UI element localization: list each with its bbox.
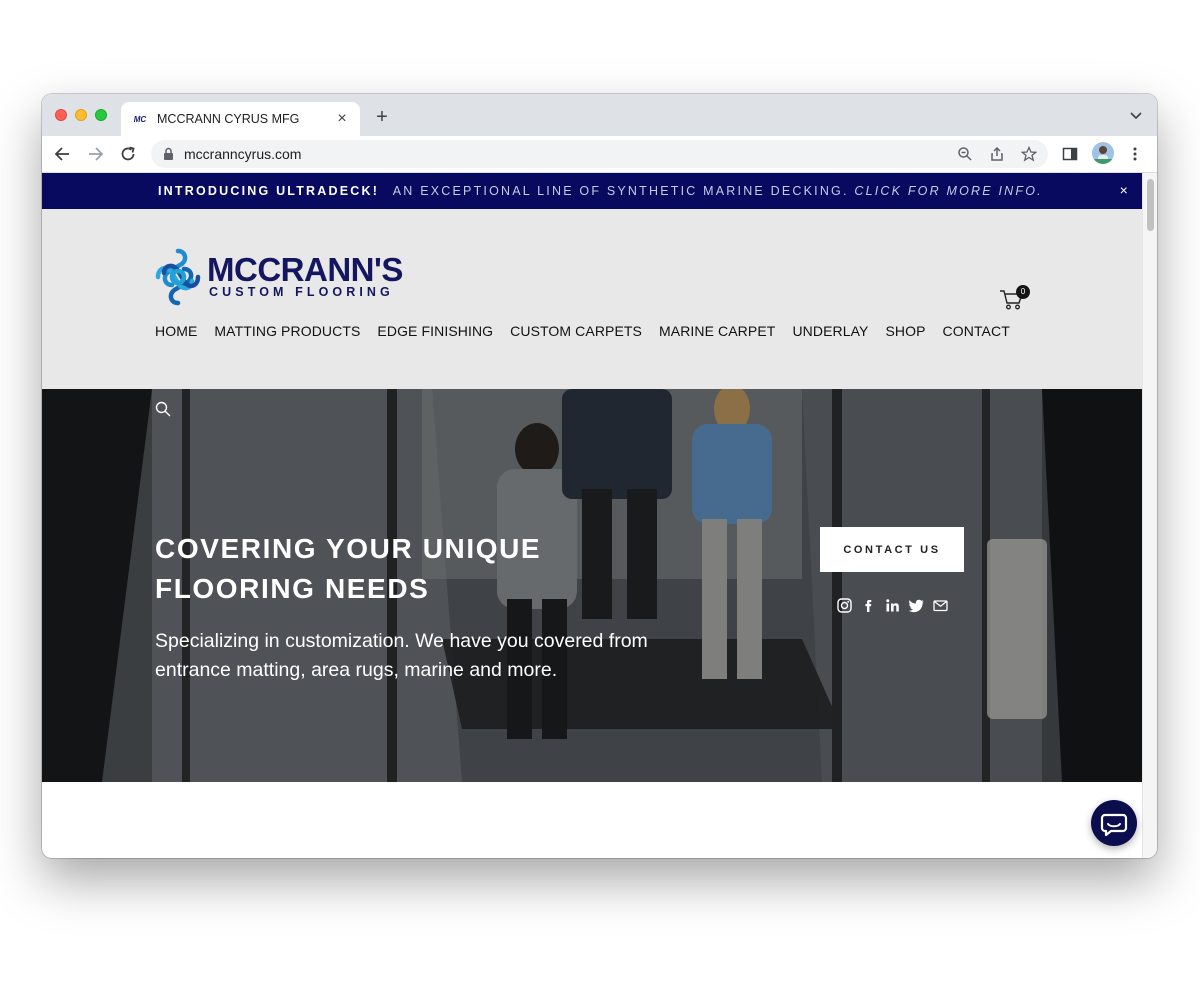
logo-wordmark[interactable]: MCCRANN'S xyxy=(207,253,403,286)
nav-item-underlay[interactable]: UNDERLAY xyxy=(792,323,868,339)
announcement-bar[interactable]: INTRODUCING ULTRADECK! AN EXCEPTIONAL LI… xyxy=(42,173,1142,209)
reload-icon[interactable] xyxy=(118,144,138,164)
new-tab-button[interactable]: + xyxy=(371,106,393,129)
more-menu-icon[interactable] xyxy=(1127,146,1143,162)
nav-item-edge-finishing[interactable]: EDGE FINISHING xyxy=(377,323,493,339)
nav-item-matting-products[interactable]: MATTING PRODUCTS xyxy=(214,323,360,339)
favicon-icon: MC xyxy=(133,114,147,124)
zoom-icon[interactable] xyxy=(957,146,973,162)
browser-toolbar: mccranncyrus.com xyxy=(42,136,1157,173)
tab-close-icon[interactable]: × xyxy=(334,110,350,128)
chat-button[interactable] xyxy=(1091,800,1137,846)
social-links xyxy=(837,598,948,613)
chat-bubble-icon xyxy=(1100,813,1128,837)
bookmark-star-icon[interactable] xyxy=(1021,146,1037,162)
announcement-text[interactable]: INTRODUCING ULTRADECK! AN EXCEPTIONAL LI… xyxy=(158,184,1043,198)
main-nav: HOME MATTING PRODUCTS EDGE FINISHING CUS… xyxy=(155,323,1027,339)
hero-subtitle: Specializing in customization. We have y… xyxy=(155,630,648,681)
instagram-icon[interactable] xyxy=(837,598,852,613)
nav-item-contact[interactable]: CONTACT xyxy=(943,323,1010,339)
search-icon[interactable] xyxy=(155,401,171,417)
announcement-link[interactable]: CLICK FOR MORE INFO. xyxy=(854,184,1042,198)
scrollbar-thumb[interactable] xyxy=(1147,179,1154,231)
celtic-knot-logo-icon[interactable] xyxy=(152,247,204,307)
nav-item-home[interactable]: HOME xyxy=(155,323,197,339)
forward-arrow-icon[interactable] xyxy=(85,144,105,164)
site-header: MCCRANN'S CUSTOM FLOORING 0 HOME MATTING… xyxy=(42,209,1142,389)
url-text: mccranncyrus.com xyxy=(184,146,302,162)
back-arrow-icon[interactable] xyxy=(53,144,73,164)
profile-avatar[interactable] xyxy=(1092,142,1114,164)
hero-title: COVERING YOUR UNIQUE FLOORING NEEDS xyxy=(155,533,542,604)
tab-title: MCCRANN CYRUS MFG xyxy=(157,112,300,126)
contact-us-button[interactable]: CONTACT US xyxy=(820,527,964,572)
linkedin-icon[interactable] xyxy=(885,598,900,613)
facebook-icon[interactable] xyxy=(861,598,876,613)
browser-tab[interactable]: MC MCCRANN CYRUS MFG × xyxy=(121,102,360,136)
logo-subtitle: CUSTOM FLOORING xyxy=(209,285,394,299)
tab-strip: MC MCCRANN CYRUS MFG × + xyxy=(42,94,1157,136)
email-icon[interactable] xyxy=(933,598,948,613)
minimize-window-button[interactable] xyxy=(75,109,87,121)
close-window-button[interactable] xyxy=(55,109,67,121)
chevron-down-icon[interactable] xyxy=(1129,108,1143,122)
announcement-close-icon[interactable]: × xyxy=(1120,182,1130,198)
page-scrollbar[interactable] xyxy=(1142,173,1157,858)
announcement-strong: INTRODUCING ULTRADECK! xyxy=(158,184,380,198)
nav-item-shop[interactable]: SHOP xyxy=(885,323,925,339)
nav-item-marine-carpet[interactable]: MARINE CARPET xyxy=(659,323,775,339)
maximize-window-button[interactable] xyxy=(95,109,107,121)
side-panel-icon[interactable] xyxy=(1062,146,1078,162)
lock-icon xyxy=(164,147,173,160)
announcement-main: AN EXCEPTIONAL LINE OF SYNTHETIC MARINE … xyxy=(392,184,849,198)
nav-item-custom-carpets[interactable]: CUSTOM CARPETS xyxy=(510,323,642,339)
cart-count-badge: 0 xyxy=(1016,285,1030,299)
browser-window: MC MCCRANN CYRUS MFG × + mccranncyrus.co… xyxy=(42,94,1157,858)
address-bar[interactable]: mccranncyrus.com xyxy=(151,140,1048,168)
hero-section: COVERING YOUR UNIQUE FLOORING NEEDS Spec… xyxy=(42,389,1142,782)
share-icon[interactable] xyxy=(989,146,1005,162)
twitter-icon[interactable] xyxy=(909,598,924,613)
web-page: INTRODUCING ULTRADECK! AN EXCEPTIONAL LI… xyxy=(42,173,1142,858)
